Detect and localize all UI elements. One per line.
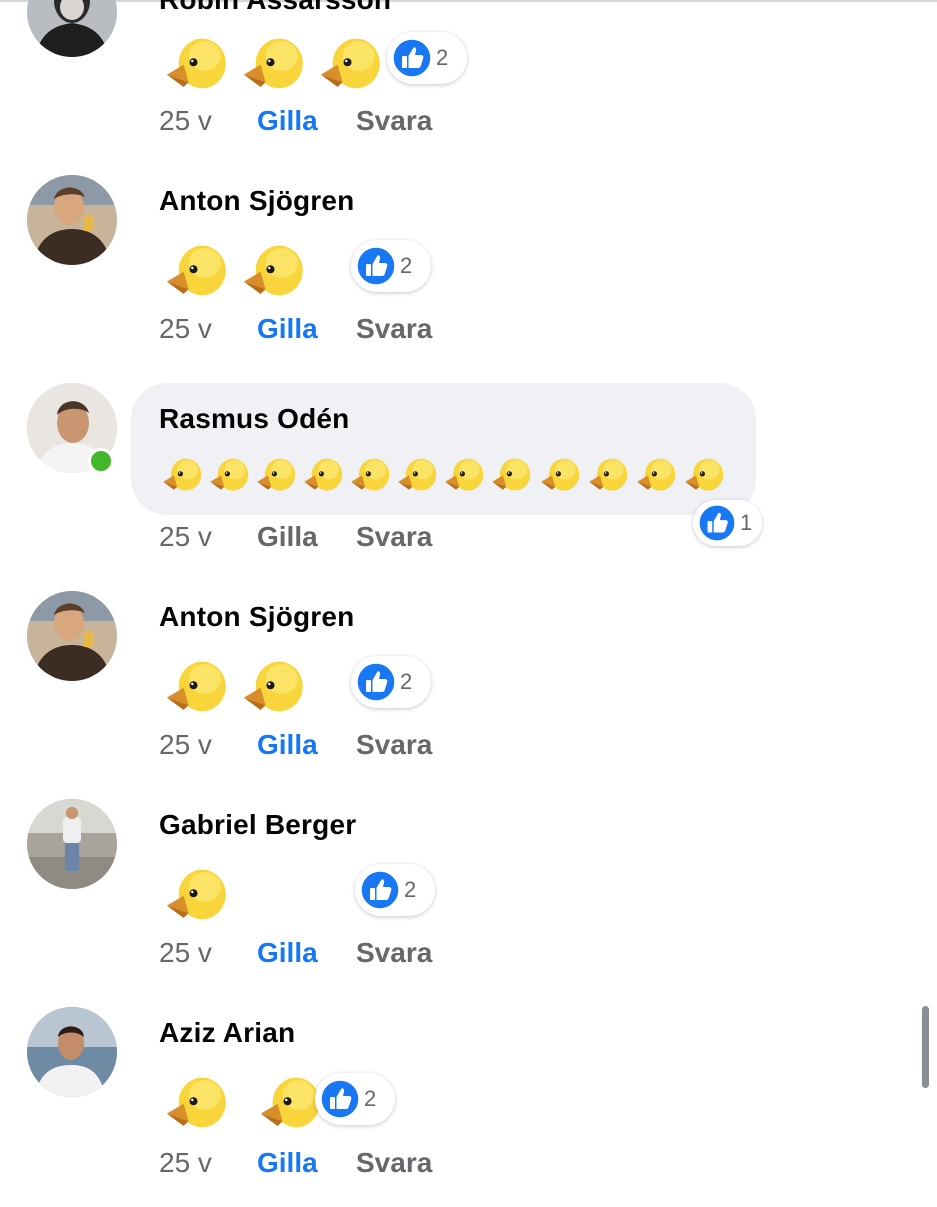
timestamp[interactable]: 25 v <box>159 105 257 137</box>
baby-chick-emoji <box>206 453 252 493</box>
commenter-name[interactable]: Robin Assarsson <box>159 0 391 16</box>
like-button[interactable]: Gilla <box>257 937 356 969</box>
reply-button[interactable]: Svara <box>356 313 432 345</box>
reply-button[interactable]: Svara <box>356 729 432 761</box>
baby-chick-emoji <box>300 453 346 493</box>
like-button[interactable]: Gilla <box>257 729 356 761</box>
baby-chick-emoji <box>236 653 310 715</box>
reaction-count: 2 <box>404 877 417 902</box>
comment: Aziz Arian 2 25 v Gilla Svara <box>0 1007 937 1207</box>
like-thumbs-up-icon <box>320 1079 360 1119</box>
baby-chick-emoji <box>159 453 205 493</box>
commenter-name[interactable]: Rasmus Odén <box>159 403 349 435</box>
reaction-summary[interactable]: 2 <box>387 32 467 84</box>
baby-chick-emoji <box>313 30 387 92</box>
comment: Gabriel Berger 2 25 v Gilla Svara <box>0 799 937 999</box>
like-thumbs-up-icon <box>698 504 736 542</box>
reply-button[interactable]: Svara <box>356 105 432 137</box>
comment-actions: 25 v Gilla Svara <box>159 517 432 557</box>
avatar[interactable] <box>27 1007 117 1097</box>
timestamp[interactable]: 25 v <box>159 729 257 761</box>
avatar[interactable] <box>27 591 117 681</box>
reaction-summary[interactable]: 1 <box>693 500 763 546</box>
reaction-summary[interactable]: 2 <box>355 864 435 916</box>
baby-chick-emoji <box>681 453 727 493</box>
comment: Anton Sjögren 2 25 v Gilla Svara <box>0 591 937 791</box>
baby-chick-emoji <box>537 453 583 493</box>
baby-chick-emoji <box>159 1069 233 1131</box>
commenter-name[interactable]: Anton Sjögren <box>159 185 354 217</box>
comment: Robin Assarsson 2 25 v Gilla Svara <box>0 0 937 200</box>
baby-chick-emoji <box>394 453 440 493</box>
baby-chick-emoji <box>253 453 299 493</box>
online-status-indicator <box>88 448 114 474</box>
like-thumbs-up-icon <box>392 38 432 78</box>
like-button[interactable]: Gilla <box>257 521 356 553</box>
reaction-count: 2 <box>364 1086 377 1111</box>
avatar[interactable] <box>27 0 117 57</box>
reply-button[interactable]: Svara <box>356 937 432 969</box>
reaction-summary[interactable]: 2 <box>351 240 431 292</box>
timestamp[interactable]: 25 v <box>159 937 257 969</box>
comment-actions: 25 v Gilla Svara <box>159 933 432 973</box>
reply-button[interactable]: Svara <box>356 521 432 553</box>
baby-chick-emoji <box>236 30 310 92</box>
reaction-summary[interactable]: 2 <box>351 656 431 708</box>
like-thumbs-up-icon <box>360 870 400 910</box>
comment: Anton Sjögren 2 25 v Gilla Svara <box>0 175 937 375</box>
timestamp[interactable]: 25 v <box>159 313 257 345</box>
baby-chick-emoji <box>159 861 233 923</box>
reaction-count: 2 <box>400 253 413 278</box>
scrollbar-thumb[interactable] <box>922 1006 929 1088</box>
baby-chick-emoji <box>633 453 679 493</box>
reply-button[interactable]: Svara <box>356 1147 432 1179</box>
like-thumbs-up-icon <box>356 662 396 702</box>
baby-chick-emoji <box>441 453 487 493</box>
reaction-summary[interactable]: 2 <box>315 1073 395 1125</box>
baby-chick-emoji <box>347 453 393 493</box>
reaction-count: 2 <box>400 669 413 694</box>
like-button[interactable]: Gilla <box>257 1147 356 1179</box>
baby-chick-emoji <box>585 453 631 493</box>
comment-actions: 25 v Gilla Svara <box>159 1143 432 1183</box>
baby-chick-emoji <box>159 237 233 299</box>
avatar[interactable] <box>27 799 117 889</box>
baby-chick-emoji <box>236 237 310 299</box>
commenter-name[interactable]: Gabriel Berger <box>159 809 356 841</box>
baby-chick-emoji <box>159 653 233 715</box>
like-button[interactable]: Gilla <box>257 313 356 345</box>
baby-chick-emoji <box>159 30 233 92</box>
commenter-name[interactable]: Aziz Arian <box>159 1017 295 1049</box>
timestamp[interactable]: 25 v <box>159 1147 257 1179</box>
reaction-count: 1 <box>740 510 753 535</box>
comment-actions: 25 v Gilla Svara <box>159 725 432 765</box>
avatar[interactable] <box>27 175 117 265</box>
commenter-name[interactable]: Anton Sjögren <box>159 601 354 633</box>
like-button[interactable]: Gilla <box>257 105 356 137</box>
comment-actions: 25 v Gilla Svara <box>159 309 432 349</box>
like-thumbs-up-icon <box>356 246 396 286</box>
timestamp[interactable]: 25 v <box>159 521 257 553</box>
comment: Rasmus Odén 1 25 v Gilla Svara <box>0 383 937 583</box>
baby-chick-emoji <box>488 453 534 493</box>
comment-actions: 25 v Gilla Svara <box>159 101 432 141</box>
reaction-count: 2 <box>436 45 449 70</box>
